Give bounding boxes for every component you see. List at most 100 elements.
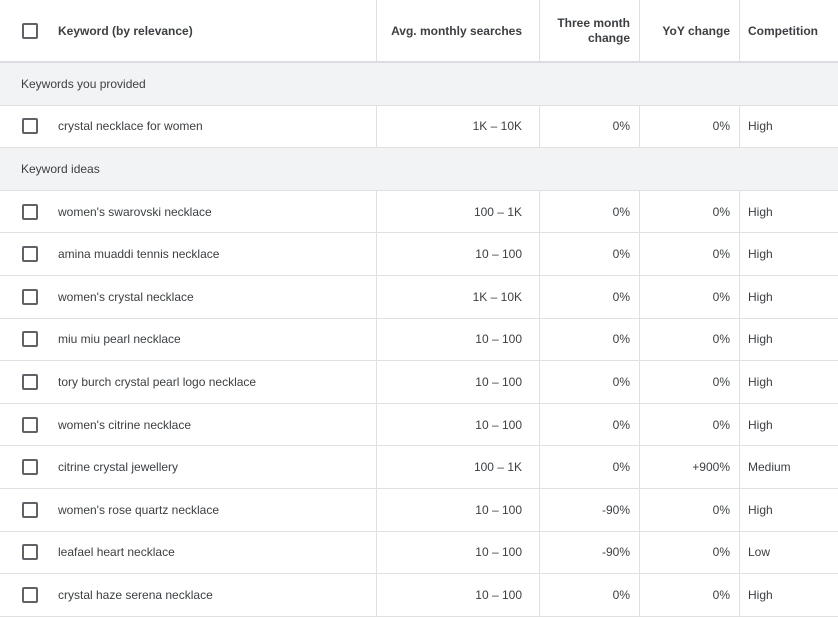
yoy-change-cell: +900%: [640, 446, 740, 488]
avg-monthly-searches-cell: 10 – 100: [377, 318, 540, 361]
row-checkbox[interactable]: [22, 544, 38, 561]
keyword-cell: leafael heart necklace: [44, 531, 377, 574]
row-checkbox[interactable]: [22, 331, 38, 348]
header-keyword[interactable]: Keyword (by relevance): [44, 0, 377, 61]
table-row: tory burch crystal pearl logo necklace 1…: [0, 361, 838, 404]
row-checkbox[interactable]: [22, 118, 38, 135]
avg-monthly-searches-cell: 100 – 1K: [377, 190, 540, 233]
group-keywords-provided: Keywords you provided: [0, 63, 838, 106]
three-month-change-cell: 0%: [540, 318, 640, 361]
keyword-cell: women's swarovski necklace: [44, 190, 377, 233]
row-checkbox[interactable]: [22, 373, 38, 390]
group-keyword-ideas: Keyword ideas: [0, 148, 838, 191]
competition-cell: Low: [748, 545, 771, 560]
three-month-change-cell: 0%: [540, 105, 640, 148]
yoy-change-cell: 0%: [640, 233, 740, 275]
row-checkbox-cell: [0, 319, 44, 361]
select-all-checkbox[interactable]: [22, 22, 38, 39]
competition-cell: High: [748, 119, 773, 134]
yoy-change-cell: 0%: [640, 275, 740, 318]
header-three-month-line2: change: [587, 30, 630, 45]
row-checkbox-cell: [0, 532, 44, 574]
header-avg-monthly-searches[interactable]: Avg. monthly searches: [377, 0, 540, 61]
row-checkbox[interactable]: [22, 501, 38, 518]
keyword-cell: women's rose quartz necklace: [44, 488, 377, 531]
competition-cell: High: [748, 587, 773, 602]
avg-monthly-searches-cell: 10 – 100: [377, 574, 540, 616]
row-checkbox-cell: [0, 191, 44, 233]
select-all-cell: [0, 0, 44, 61]
avg-monthly-searches-cell: 10 – 100: [377, 531, 540, 574]
row-checkbox-cell: [0, 446, 44, 488]
row-checkbox-cell: [0, 574, 44, 616]
avg-monthly-searches-cell: 1K – 10K: [377, 105, 540, 148]
competition-cell: Medium: [748, 460, 791, 475]
yoy-change-cell: 0%: [640, 403, 740, 446]
row-checkbox-cell: [0, 404, 44, 446]
row-checkbox-cell: [0, 489, 44, 531]
three-month-change-cell: 0%: [540, 361, 640, 403]
keyword-cell: amina muaddi tennis necklace: [44, 233, 377, 275]
three-month-change-cell: -90%: [540, 488, 640, 531]
competition-cell: High: [748, 417, 773, 432]
keyword-cell: women's crystal necklace: [44, 275, 377, 318]
competition-cell: High: [748, 502, 773, 517]
yoy-change-cell: 0%: [640, 488, 740, 531]
three-month-change-cell: 0%: [540, 574, 640, 616]
table-row: women's crystal necklace 1K – 10K 0% 0% …: [0, 275, 838, 319]
row-checkbox-cell: [0, 233, 44, 275]
table-row: amina muaddi tennis necklace 10 – 100 0%…: [0, 233, 838, 276]
row-checkbox-cell: [0, 361, 44, 403]
group-label: Keywords you provided: [21, 76, 146, 91]
three-month-change-cell: 0%: [540, 403, 640, 446]
row-checkbox[interactable]: [22, 586, 38, 603]
competition-cell: High: [748, 247, 773, 262]
competition-cell: High: [748, 374, 773, 389]
row-checkbox[interactable]: [22, 246, 38, 263]
yoy-change-cell: 0%: [640, 105, 740, 148]
row-checkbox[interactable]: [22, 203, 38, 220]
keyword-cell: crystal haze serena necklace: [44, 574, 377, 616]
avg-monthly-searches-cell: 10 – 100: [377, 488, 540, 531]
yoy-change-cell: 0%: [640, 531, 740, 574]
row-checkbox-cell: [0, 276, 44, 318]
header-three-month-line1: Three month: [557, 15, 630, 30]
yoy-change-cell: 0%: [640, 318, 740, 361]
row-checkbox-cell: [0, 106, 44, 148]
group-label: Keyword ideas: [21, 161, 100, 176]
competition-cell: High: [748, 332, 773, 347]
avg-monthly-searches-cell: 10 – 100: [377, 361, 540, 403]
table-row: leafael heart necklace 10 – 100 -90% 0% …: [0, 531, 838, 575]
three-month-change-cell: 0%: [540, 190, 640, 233]
keyword-cell: women's citrine necklace: [44, 403, 377, 446]
competition-cell: High: [748, 204, 773, 219]
table-row: citrine crystal jewellery 100 – 1K 0% +9…: [0, 446, 838, 489]
yoy-change-cell: 0%: [640, 574, 740, 616]
table-row: crystal necklace for women 1K – 10K 0% 0…: [0, 105, 838, 149]
table-row: women's swarovski necklace 100 – 1K 0% 0…: [0, 190, 838, 234]
keyword-cell: citrine crystal jewellery: [44, 446, 377, 488]
header-yoy-change[interactable]: YoY change: [640, 0, 740, 61]
avg-monthly-searches-cell: 10 – 100: [377, 403, 540, 446]
competition-cell: High: [748, 289, 773, 304]
table-header: Keyword (by relevance) Avg. monthly sear…: [0, 0, 838, 63]
keyword-cell: miu miu pearl necklace: [44, 318, 377, 361]
header-three-month-change[interactable]: Three month change: [540, 0, 640, 61]
table-row: women's rose quartz necklace 10 – 100 -9…: [0, 488, 838, 532]
row-checkbox[interactable]: [22, 416, 38, 433]
keyword-cell: crystal necklace for women: [44, 105, 377, 148]
avg-monthly-searches-cell: 10 – 100: [377, 233, 540, 275]
three-month-change-cell: 0%: [540, 233, 640, 275]
three-month-change-cell: 0%: [540, 446, 640, 488]
table-row: crystal haze serena necklace 10 – 100 0%…: [0, 574, 838, 617]
three-month-change-cell: 0%: [540, 275, 640, 318]
avg-monthly-searches-cell: 1K – 10K: [377, 275, 540, 318]
avg-monthly-searches-cell: 100 – 1K: [377, 446, 540, 488]
keyword-table: Keyword (by relevance) Avg. monthly sear…: [0, 0, 838, 617]
header-competition[interactable]: Competition: [740, 0, 838, 61]
keyword-cell: tory burch crystal pearl logo necklace: [44, 361, 377, 403]
three-month-change-cell: -90%: [540, 531, 640, 574]
row-checkbox[interactable]: [22, 288, 38, 305]
row-checkbox[interactable]: [22, 459, 38, 476]
yoy-change-cell: 0%: [640, 361, 740, 403]
